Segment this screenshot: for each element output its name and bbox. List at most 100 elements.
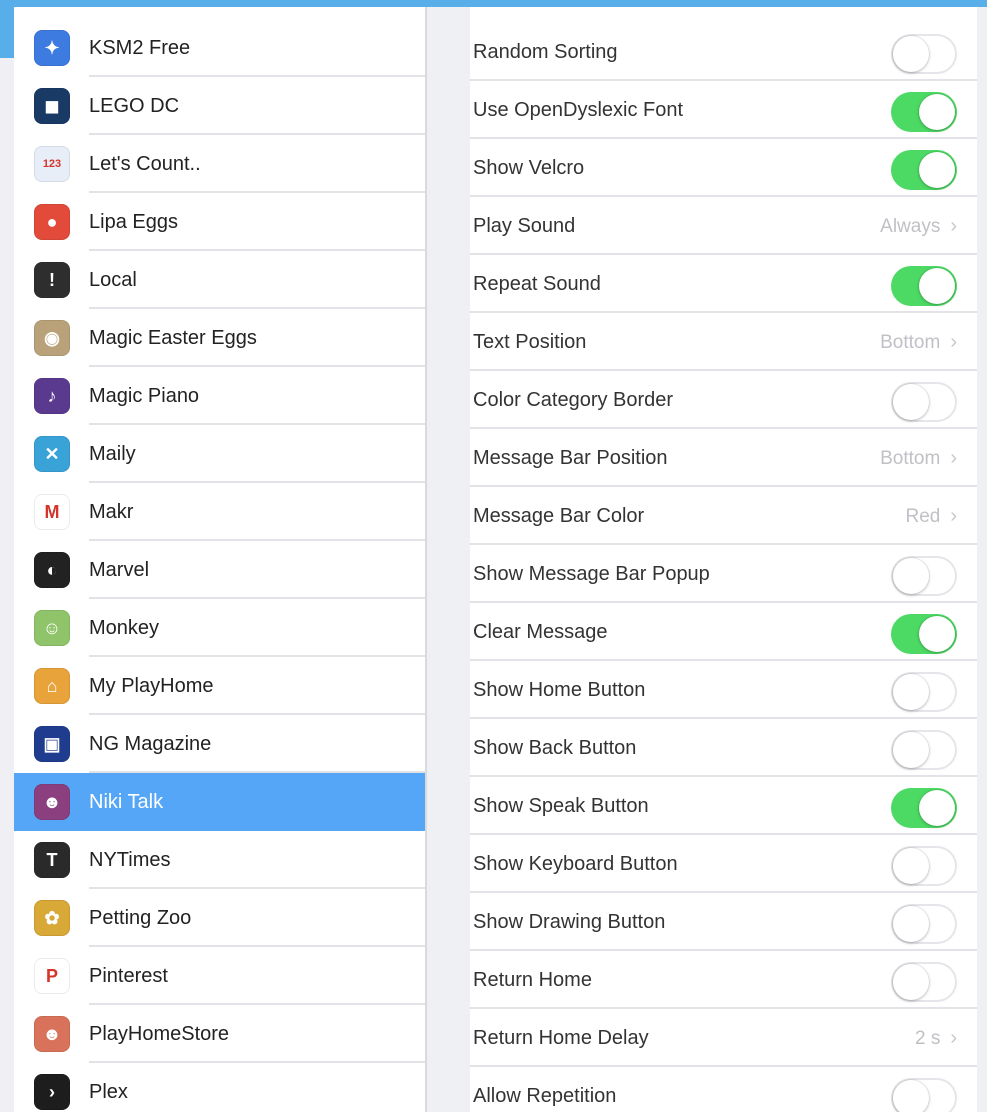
setting-label: Allow Repetition <box>473 1085 617 1107</box>
setting-value: 2 s <box>914 1028 941 1049</box>
setting-label: Show Velcro <box>473 157 585 179</box>
toggle-switch-allow-repetition[interactable] <box>891 1078 957 1112</box>
toggle-knob <box>919 790 955 826</box>
local-icon: ! <box>34 262 70 298</box>
toggle-knob <box>893 384 929 420</box>
toggle-switch-show-velcro[interactable] <box>891 150 957 190</box>
setting-label: Repeat Sound <box>473 273 601 295</box>
setting-row-message-bar-color[interactable]: Message Bar Color Red › <box>470 487 977 545</box>
app-row-nytimes[interactable]: T NYTimes <box>14 831 425 889</box>
chevron-right-icon: › <box>950 331 957 353</box>
setting-row-play-sound[interactable]: Play Sound Always › <box>470 197 977 255</box>
toggle-switch-show-speak-button[interactable] <box>891 788 957 828</box>
playhomestore-icon: ☻ <box>34 1016 70 1052</box>
pane-divider <box>425 7 470 1112</box>
app-icon-glyph: P <box>45 965 58 986</box>
toggle-switch-use-opendyslexic-font[interactable] <box>891 92 957 132</box>
app-row-maily[interactable]: ✕ Maily <box>14 425 425 483</box>
setting-value-group: 2 s › <box>915 1009 957 1067</box>
marvel-icon: ◐ <box>34 552 70 588</box>
app-row-ksm2-free[interactable]: ✦ KSM2 Free <box>14 19 425 77</box>
toggle-knob <box>893 906 929 942</box>
toggle-switch-show-drawing-button[interactable] <box>891 904 957 944</box>
window-corner-accent <box>0 0 14 58</box>
app-icon-glyph: T <box>46 849 58 870</box>
setting-value-group: Red › <box>905 487 957 545</box>
setting-row-show-home-button: Show Home Button <box>470 661 977 719</box>
toggle-switch-color-category-border[interactable] <box>891 382 957 422</box>
app-row-marvel[interactable]: ◐ Marvel <box>14 541 425 599</box>
app-icon-glyph: ◼ <box>44 95 60 116</box>
top-status-strip <box>0 0 987 7</box>
toggle-switch-show-home-button[interactable] <box>891 672 957 712</box>
setting-label: Show Speak Button <box>473 795 649 817</box>
setting-row-clear-message: Clear Message <box>470 603 977 661</box>
toggle-knob <box>919 94 955 130</box>
setting-label: Use OpenDyslexic Font <box>473 99 684 121</box>
toggle-switch-show-message-bar-popup[interactable] <box>891 556 957 596</box>
app-row-lipa-eggs[interactable]: ● Lipa Eggs <box>14 193 425 251</box>
setting-row-show-keyboard-button: Show Keyboard Button <box>470 835 977 893</box>
toggle-knob <box>893 732 929 768</box>
app-list-sidebar: ✦ KSM2 Free ◼ LEGO DC 123 Let's Count.. ● Lipa … <box>14 7 425 1112</box>
toggle-switch-return-home[interactable] <box>891 962 957 1002</box>
ng-magazine-icon: ▣ <box>34 726 70 762</box>
setting-row-repeat-sound: Repeat Sound <box>470 255 977 313</box>
toggle-switch-show-keyboard-button[interactable] <box>891 846 957 886</box>
setting-value-group: Always › <box>880 197 957 255</box>
setting-row-show-velcro: Show Velcro <box>470 139 977 197</box>
makr-icon: M <box>34 494 70 530</box>
setting-value-group: Bottom › <box>880 313 957 371</box>
app-label: Niki Talk <box>89 791 164 813</box>
setting-row-message-bar-position[interactable]: Message Bar Position Bottom › <box>470 429 977 487</box>
app-row-magic-easter-eggs[interactable]: ◉ Magic Easter Eggs <box>14 309 425 367</box>
toggle-switch-random-sorting[interactable] <box>891 34 957 74</box>
app-icon-glyph: ☻ <box>42 791 62 812</box>
toggle-knob <box>893 964 929 1000</box>
app-row-lego-dc[interactable]: ◼ LEGO DC <box>14 77 425 135</box>
app-row-let-s-count[interactable]: 123 Let's Count.. <box>14 135 425 193</box>
setting-label: Message Bar Color <box>473 505 645 527</box>
app-label: KSM2 Free <box>89 37 191 59</box>
setting-value: Bottom <box>880 332 941 353</box>
app-label: Let's Count.. <box>89 153 201 175</box>
toggle-switch-repeat-sound[interactable] <box>891 266 957 306</box>
app-icon-glyph: › <box>49 1081 55 1102</box>
app-icon-glyph: ⌂ <box>46 675 58 696</box>
app-row-makr[interactable]: M Makr <box>14 483 425 541</box>
app-icon-glyph: ! <box>49 269 55 290</box>
app-row-petting-zoo[interactable]: ✿ Petting Zoo <box>14 889 425 947</box>
magic-piano-icon: ♪ <box>34 378 70 414</box>
app-row-ng-magazine[interactable]: ▣ NG Magazine <box>14 715 425 773</box>
setting-row-return-home-delay[interactable]: Return Home Delay 2 s › <box>470 1009 977 1067</box>
app-row-pinterest[interactable]: P Pinterest <box>14 947 425 1005</box>
app-row-playhomestore[interactable]: ☻ PlayHomeStore <box>14 1005 425 1063</box>
app-settings-panel: Random Sorting Use OpenDyslexic Font Show … <box>470 7 977 1112</box>
setting-label: Show Home Button <box>473 679 646 701</box>
toggle-knob <box>919 152 955 188</box>
app-icon-glyph: 123 <box>42 158 62 170</box>
app-row-local[interactable]: ! Local <box>14 251 425 309</box>
toggle-knob <box>893 1080 929 1112</box>
app-label: Lipa Eggs <box>89 211 178 233</box>
toggle-switch-show-back-button[interactable] <box>891 730 957 770</box>
app-icon-glyph: ✕ <box>44 443 60 464</box>
app-label: NYTimes <box>89 849 171 871</box>
lego-dc-icon: ◼ <box>34 88 70 124</box>
maily-icon: ✕ <box>34 436 70 472</box>
app-row-my-playhome[interactable]: ⌂ My PlayHome <box>14 657 425 715</box>
setting-row-text-position[interactable]: Text Position Bottom › <box>470 313 977 371</box>
setting-row-color-category-border: Color Category Border <box>470 371 977 429</box>
app-row-plex[interactable]: › Plex <box>14 1063 425 1112</box>
app-label: Local <box>89 269 137 291</box>
toggle-switch-clear-message[interactable] <box>891 614 957 654</box>
ksm2-icon: ✦ <box>34 30 70 66</box>
app-icon-glyph: ▣ <box>43 733 61 754</box>
app-row-magic-piano[interactable]: ♪ Magic Piano <box>14 367 425 425</box>
my-playhome-icon: ⌂ <box>34 668 70 704</box>
setting-value: Always <box>880 216 941 237</box>
app-row-niki-talk[interactable]: ☻ Niki Talk <box>14 773 425 831</box>
app-row-monkey[interactable]: ☺ Monkey <box>14 599 425 657</box>
app-icon-glyph: ☻ <box>42 1023 62 1044</box>
setting-label: Random Sorting <box>473 41 618 63</box>
